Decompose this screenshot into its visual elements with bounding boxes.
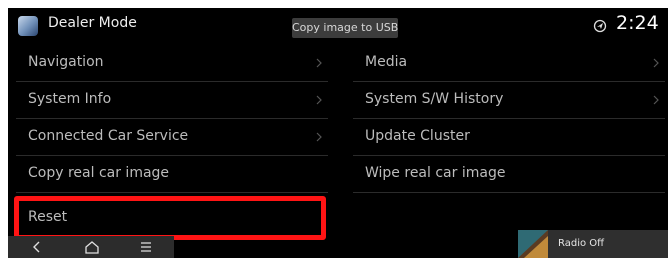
menu-item-wipe-real-car-image[interactable]: Wipe real car image [353,156,665,193]
top-bar: Dealer Mode Copy image to USB 2:24 [8,8,668,42]
menu-item-label: Navigation [28,54,104,70]
menu-item-label: System S/W History [365,91,504,107]
gps-icon [593,19,607,33]
back-icon[interactable] [26,239,48,255]
chevron-right-icon [316,95,322,105]
radio-album-art-icon [518,230,548,258]
menu-item-update-cluster[interactable]: Update Cluster [353,119,665,156]
menu-item-label: Media [365,54,408,70]
page-title: Dealer Mode [48,15,137,31]
copy-image-to-usb-button[interactable]: Copy image to USB [292,18,398,38]
dealer-mode-icon [18,16,38,36]
menu-item-system-info[interactable]: System Info [16,82,328,119]
menu-item-connected-car-service[interactable]: Connected Car Service [16,119,328,156]
clock: 2:24 [616,12,659,34]
menu-item-copy-real-car-image[interactable]: Copy real car image [16,156,328,193]
radio-status-label: Radio Off [558,238,605,249]
menu-item-media[interactable]: Media [353,45,665,82]
reset-highlight-box [14,196,326,240]
menu-item-label: Wipe real car image [365,165,506,181]
bottom-nav-bar [8,236,174,258]
menu-item-label: Copy real car image [28,165,170,181]
dealer-mode-screen: Dealer Mode Copy image to USB 2:24 Navig… [8,8,668,258]
chevron-right-icon [316,58,322,68]
menu-icon[interactable] [135,239,157,255]
radio-widget[interactable]: Radio Off [518,230,668,258]
menu-item-label: Update Cluster [365,128,470,144]
chevron-right-icon [316,132,322,142]
home-icon[interactable] [81,239,103,255]
chevron-right-icon [653,58,659,68]
menu-item-label: Connected Car Service [28,128,189,144]
menu-item-navigation[interactable]: Navigation [16,45,328,82]
chevron-right-icon [653,95,659,105]
menu-item-label: System Info [28,91,112,107]
menu-item-system-sw-history[interactable]: System S/W History [353,82,665,119]
